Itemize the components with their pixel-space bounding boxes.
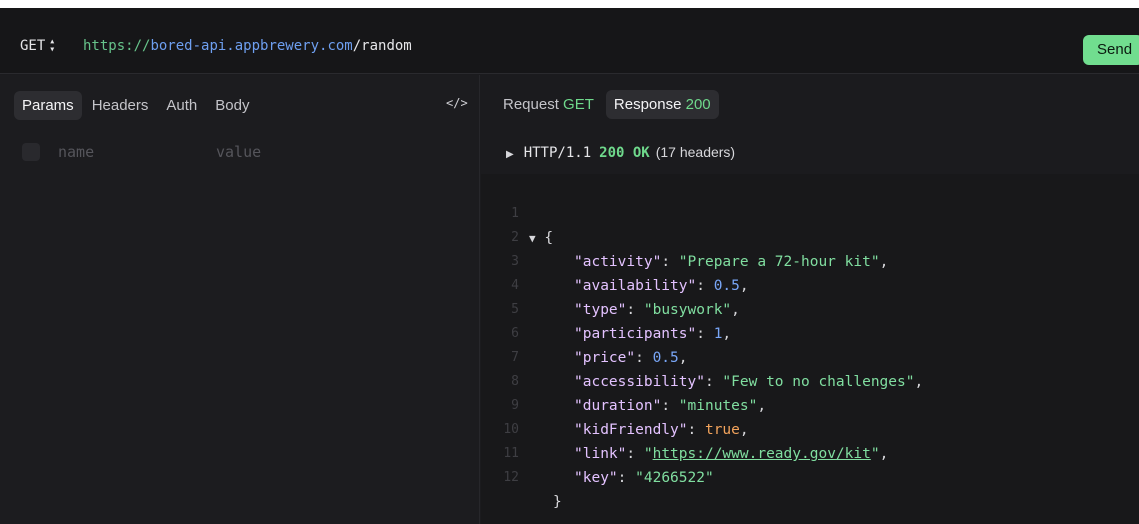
response-tabs: Request GET Response 200	[495, 90, 719, 119]
url-path: /random	[352, 38, 412, 54]
param-enable-checkbox[interactable]	[22, 143, 40, 161]
response-panel: Request GET Response 200 ▶ HTTP/1.1 200 …	[481, 75, 1139, 524]
url-bar: GET ▴ ▾ https://bored-api.appbrewery.com/…	[0, 8, 1139, 74]
line-number: 12	[503, 470, 519, 485]
status-line[interactable]: ▶ HTTP/1.1 200 OK (17 headers)	[506, 144, 735, 161]
code-line: 8 "duration": "minutes",	[481, 346, 1139, 414]
json-key: "key"	[574, 470, 618, 486]
code-line: 6 "price": 0.5,	[481, 298, 1139, 366]
tab-params[interactable]: Params	[14, 91, 82, 120]
code-line: 12 }	[481, 442, 1139, 510]
code-line: 3 "availability": 0.5,	[481, 226, 1139, 294]
code-line: 1 ▼ {	[481, 178, 1139, 246]
expand-triangle-icon[interactable]: ▶	[506, 149, 514, 160]
tab-response[interactable]: Response 200	[605, 90, 719, 119]
http-protocol: HTTP/1.1	[523, 145, 592, 161]
json-value: "4266522"	[635, 470, 714, 486]
request-tabs: Params Headers Auth Body	[14, 91, 257, 120]
tab-response-code: 200	[685, 96, 711, 113]
top-strip	[0, 0, 1139, 8]
tab-request-method: GET	[563, 96, 594, 113]
tab-body[interactable]: Body	[207, 91, 257, 120]
send-button[interactable]: Send	[1083, 35, 1139, 65]
url-input[interactable]: https://bored-api.appbrewery.com/random	[83, 38, 412, 54]
code-view-icon[interactable]: </>	[446, 96, 468, 110]
tab-request-label: Request	[503, 96, 559, 113]
param-value-input[interactable]	[216, 143, 416, 161]
tab-response-label: Response	[613, 96, 682, 113]
tab-request[interactable]: Request GET	[495, 90, 602, 119]
request-panel: Params Headers Auth Body </>	[0, 75, 480, 524]
tab-auth[interactable]: Auth	[158, 91, 205, 120]
url-scheme: https://	[83, 38, 151, 54]
code-line: 9 "kidFriendly": true,	[481, 370, 1139, 438]
status-code: 200 OK	[599, 145, 650, 161]
updown-chevron-icon: ▴ ▾	[49, 36, 56, 55]
close-brace: }	[553, 494, 562, 510]
code-line: 4 "type": "busywork",	[481, 250, 1139, 318]
tab-headers[interactable]: Headers	[84, 91, 157, 120]
response-body: 1 ▼ { 2 "activity": "Prepare a 72-hour k…	[481, 174, 1139, 524]
code-line: 5 "participants": 1,	[481, 274, 1139, 342]
code-line: 10 "link": "https://www.ready.gov/kit",	[481, 394, 1139, 462]
method-select[interactable]: GET ▴ ▾	[20, 36, 56, 55]
code-line: 11 "key": "4266522"	[481, 418, 1139, 486]
param-name-input[interactable]	[58, 143, 198, 161]
url-host: bored-api.appbrewery.com	[150, 38, 353, 54]
method-label: GET	[20, 38, 46, 54]
code-line: 7 "accessibility": "Few to no challenges…	[481, 322, 1139, 390]
code-line: 2 "activity": "Prepare a 72-hour kit",	[481, 202, 1139, 270]
headers-count: (17 headers)	[655, 144, 736, 160]
param-row	[22, 143, 416, 161]
